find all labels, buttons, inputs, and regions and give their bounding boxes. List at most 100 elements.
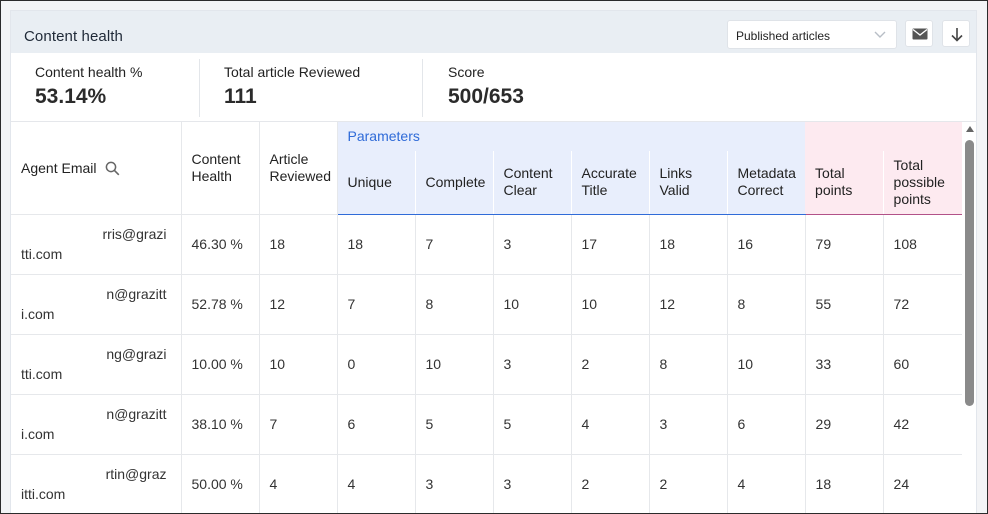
card-title: Content health	[24, 28, 123, 45]
stat-total-reviewed: Total article Reviewed 111	[201, 53, 423, 122]
cell-metadata-correct: 8	[727, 273, 806, 334]
cell-total-possible-points: 72	[883, 273, 962, 334]
agent-health-table: Agent Email Content Health Article Revie…	[11, 122, 962, 513]
col-agent-email: Agent Email	[11, 122, 182, 214]
col-label: Unique	[347, 173, 392, 190]
table-row: n@grazitt i.com 52.78 % 12 7 8 10 10 12 8 55 72	[11, 273, 962, 334]
window-frame: Content health Published articles Conten…	[0, 0, 988, 514]
cell-total-points: 29	[805, 393, 884, 454]
cell-content-health: 46.30 %	[181, 213, 260, 274]
cell-total-points: 55	[805, 273, 884, 334]
cell-total-possible-points: 60	[883, 333, 962, 394]
stat-score: Score 500/653	[423, 53, 723, 122]
col-label: Reviewed	[269, 167, 331, 184]
cell-content-health: 52.78 %	[181, 273, 260, 334]
col-label: Total	[893, 156, 924, 173]
cell-links-valid: 18	[649, 213, 728, 274]
cell-content-health: 38.10 %	[181, 393, 260, 454]
article-type-select[interactable]: Published articles	[727, 20, 897, 49]
agent-email-text: tti.com	[21, 366, 63, 382]
col-label: Content	[191, 150, 241, 167]
arrow-down-icon	[951, 28, 963, 42]
stat-value: 111	[224, 85, 257, 108]
vertical-scrollbar[interactable]	[963, 122, 976, 513]
scrollbar-thumb[interactable]	[965, 140, 974, 406]
col-label: Correct	[737, 182, 784, 199]
col-agent-email-label: Agent Email	[21, 159, 97, 176]
card-header: Content health Published articles	[11, 11, 976, 53]
cell-links-valid: 2	[649, 453, 728, 513]
cell-content-clear: 10	[493, 273, 572, 334]
stat-value: 500/653	[448, 85, 524, 108]
col-accurate-title: Accurate Title	[571, 151, 650, 215]
col-label: points	[893, 190, 931, 207]
agent-email-text: n@grazitt	[106, 406, 167, 422]
cell-links-valid: 8	[649, 333, 728, 394]
col-label: Valid	[659, 182, 690, 199]
col-content-clear: Content Clear	[493, 151, 572, 215]
agent-email-text: rtin@graz	[105, 466, 167, 483]
cell-content-clear: 3	[493, 453, 572, 513]
col-label: Accurate	[581, 165, 637, 182]
cell-total-points: 33	[805, 333, 884, 394]
stat-label: Content health %	[35, 64, 143, 80]
stat-label: Score	[448, 64, 485, 80]
parameters-group-header: Parameters	[337, 122, 806, 151]
col-label: Clear	[503, 182, 537, 199]
cell-article-reviewed: 10	[259, 333, 338, 394]
col-label: Links	[659, 165, 693, 182]
stat-divider	[199, 59, 200, 117]
search-icon[interactable]	[105, 161, 120, 176]
cell-article-reviewed: 4	[259, 453, 338, 513]
cell-total-points: 18	[805, 453, 884, 513]
cell-agent-email: ng@grazi tti.com	[11, 333, 182, 394]
cell-unique: 6	[337, 393, 416, 454]
table-row: n@grazitt i.com 38.10 % 7 6 5 5 4 3 6 29 42	[11, 393, 962, 454]
cell-unique: 7	[337, 273, 416, 334]
scroll-up-arrow-icon[interactable]	[966, 126, 974, 132]
cell-complete: 3	[415, 453, 494, 513]
table-row: rtin@graz itti.com 50.00 % 4 4 3 3 2 2 4 18 24	[11, 453, 962, 513]
agent-email-text: itti.com	[21, 486, 66, 503]
col-label: possible	[893, 173, 945, 190]
col-unique: Unique	[337, 151, 416, 215]
stat-value: 53.14%	[35, 85, 107, 108]
col-label: Health	[191, 167, 232, 184]
cell-total-possible-points: 108	[883, 213, 962, 274]
mail-icon	[912, 28, 928, 40]
email-report-button[interactable]	[905, 20, 933, 47]
table-row: ng@grazi tti.com 10.00 % 10 0 10 3 2 8 10 33 60	[11, 333, 962, 394]
stat-label: Total article Reviewed	[224, 64, 361, 80]
col-label: Article	[269, 150, 309, 167]
cell-content-clear: 3	[493, 333, 572, 394]
col-total-points: Total points	[805, 151, 884, 215]
cell-content-health: 10.00 %	[181, 333, 260, 394]
cell-links-valid: 12	[649, 273, 728, 334]
cell-accurate-title: 10	[571, 273, 650, 334]
cell-unique: 0	[337, 333, 416, 394]
cell-article-reviewed: 12	[259, 273, 338, 334]
cell-agent-email: n@grazitt i.com	[11, 393, 182, 454]
cell-accurate-title: 2	[571, 333, 650, 394]
cell-complete: 7	[415, 213, 494, 274]
col-label: points	[815, 182, 853, 199]
agent-email-text: i.com	[21, 426, 55, 442]
cell-metadata-correct: 16	[727, 213, 806, 274]
col-label: Content	[503, 165, 553, 182]
chevron-down-icon	[874, 31, 886, 38]
col-label: Title	[581, 182, 608, 199]
summary-stats: Content health % 53.14% Total article Re…	[11, 53, 976, 122]
cell-unique: 18	[337, 213, 416, 274]
cell-agent-email: n@grazitt i.com	[11, 273, 182, 334]
content-health-card: Content health Published articles Conten…	[10, 10, 977, 513]
col-links-valid: Links Valid	[649, 151, 728, 215]
cell-unique: 4	[337, 453, 416, 513]
agent-table-scroll[interactable]: Agent Email Content Health Article Revie…	[11, 122, 962, 513]
cell-content-clear: 5	[493, 393, 572, 454]
table-body: rris@grazi tti.com 46.30 % 18 18 7 3 17 18 16 79 10…	[11, 213, 962, 513]
table-row: rris@grazi tti.com 46.30 % 18 18 7 3 17 18 16 79 10…	[11, 213, 962, 274]
cell-links-valid: 3	[649, 393, 728, 454]
download-button[interactable]	[942, 20, 970, 47]
cell-article-reviewed: 18	[259, 213, 338, 274]
cell-complete: 10	[415, 333, 494, 394]
